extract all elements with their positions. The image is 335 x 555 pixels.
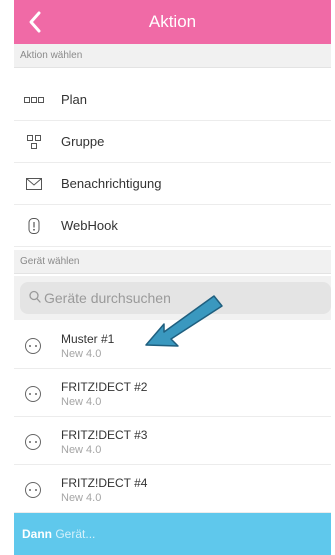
search-icon xyxy=(29,290,41,303)
device-version: New 4.0 xyxy=(61,444,102,456)
device-name: FRITZ!DECT #3 xyxy=(61,428,148,442)
footer-bar[interactable]: Dann Gerät... xyxy=(14,513,331,555)
device-name: Muster #1 xyxy=(61,332,115,346)
device-version: New 4.0 xyxy=(61,396,102,408)
device-icon xyxy=(25,386,41,402)
device-item[interactable]: FRITZ!DECT #4 New 4.0 xyxy=(14,465,331,513)
footer-placeholder: Gerät... xyxy=(55,527,96,541)
action-label: Gruppe xyxy=(61,134,105,149)
action-label: Benachrichtigung xyxy=(61,176,162,191)
action-item-webhook[interactable]: WebHook xyxy=(14,205,331,247)
group-icon xyxy=(24,134,44,150)
device-icon xyxy=(25,482,41,498)
webhook-icon xyxy=(24,218,44,234)
app-header: Aktion xyxy=(14,0,331,44)
device-item[interactable]: FRITZ!DECT #3 New 4.0 xyxy=(14,417,331,465)
device-icon xyxy=(25,338,41,354)
annotation-arrow-icon xyxy=(145,295,223,347)
footer-bold: Dann xyxy=(22,527,52,541)
device-name: FRITZ!DECT #2 xyxy=(61,380,148,394)
envelope-icon xyxy=(24,176,44,192)
device-name: FRITZ!DECT #4 xyxy=(61,476,148,490)
page-title: Aktion xyxy=(148,12,197,31)
device-version: New 4.0 xyxy=(61,492,102,504)
action-item-gruppe[interactable]: Gruppe xyxy=(14,121,331,163)
action-label: Plan xyxy=(61,92,88,107)
device-item[interactable]: FRITZ!DECT #2 New 4.0 xyxy=(14,369,331,417)
section-header-action: Aktion wählen xyxy=(14,44,331,68)
device-version: New 4.0 xyxy=(61,348,102,360)
footer-text: Dann Gerät... xyxy=(22,513,95,555)
section-header-device: Gerät wählen xyxy=(14,250,331,274)
action-item-benachrichtigung[interactable]: Benachrichtigung xyxy=(14,163,331,205)
action-label: WebHook xyxy=(61,218,118,233)
calendar-icon xyxy=(24,92,44,108)
action-item-plan[interactable]: Plan xyxy=(14,79,331,121)
device-icon xyxy=(25,434,41,450)
